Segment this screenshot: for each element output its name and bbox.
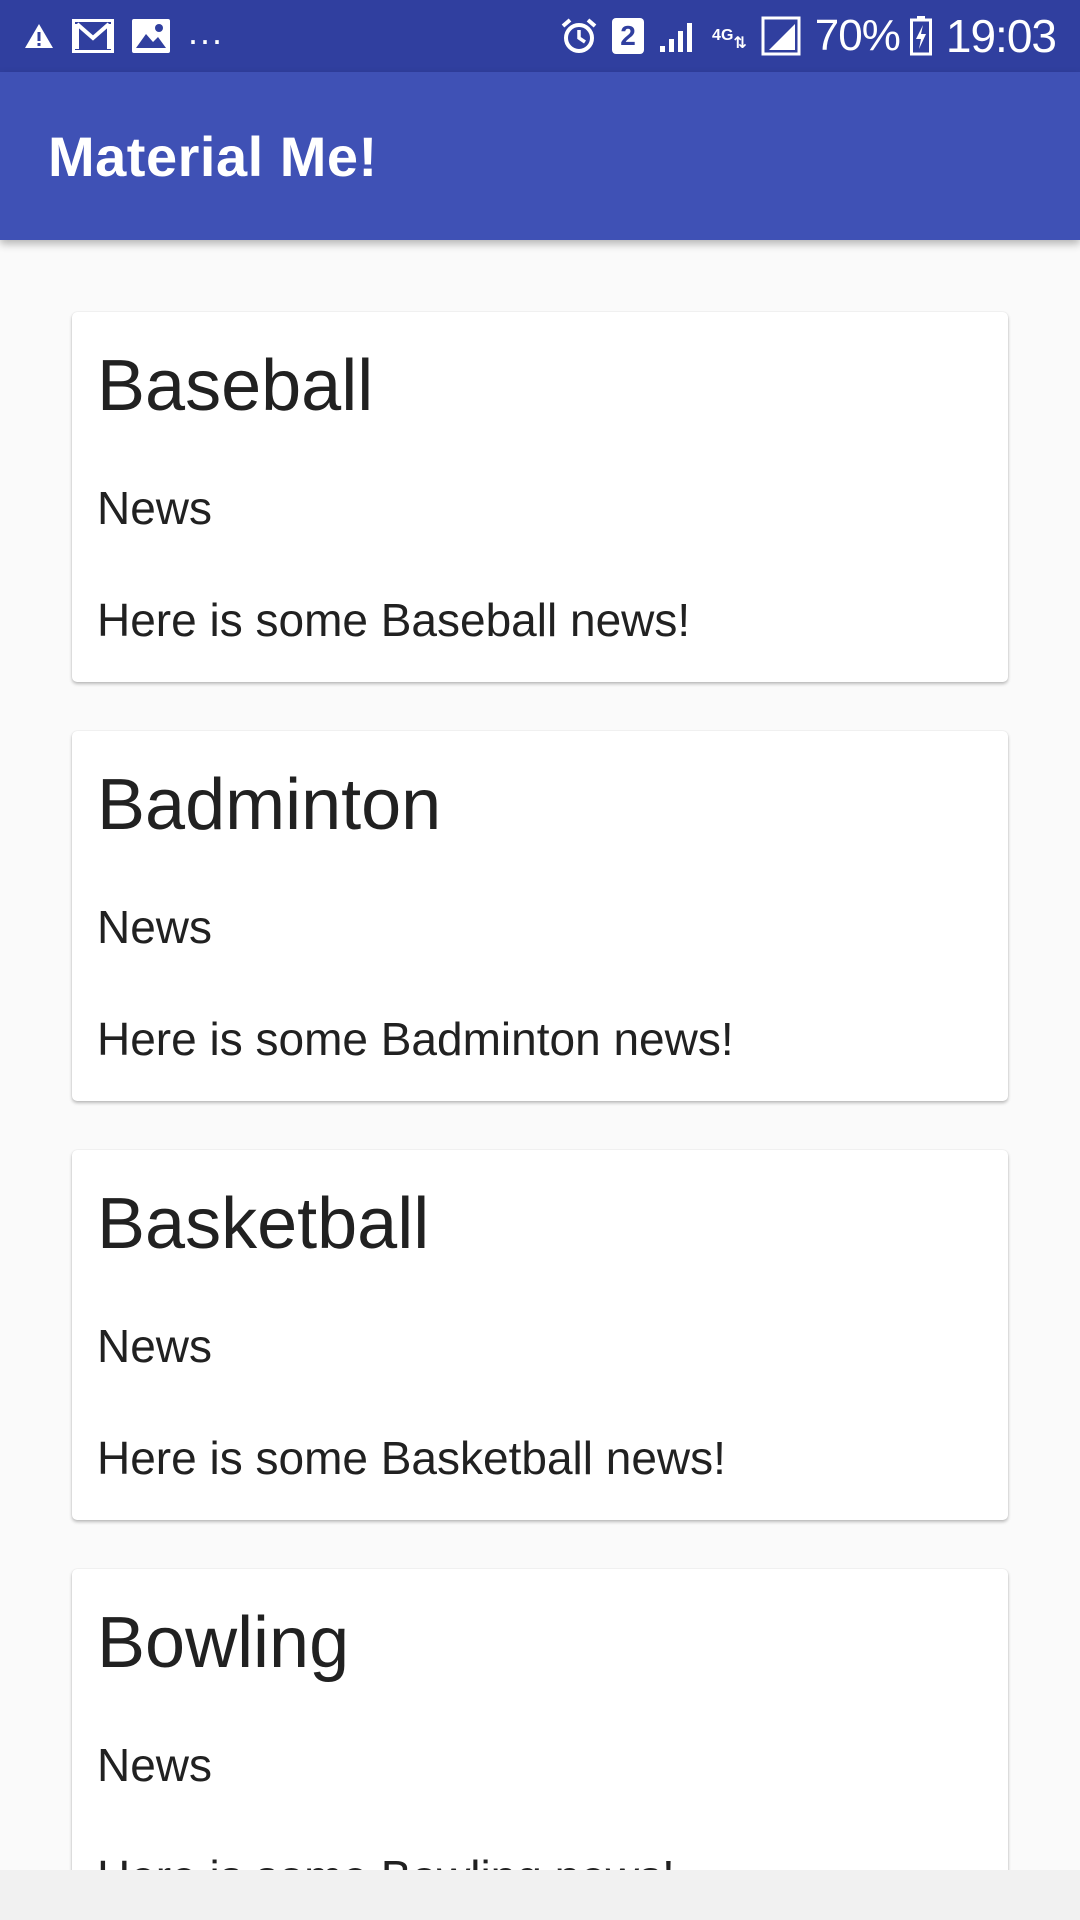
status-left: ... (24, 14, 242, 53)
gmail-icon (72, 19, 114, 53)
clock: 19:03 (945, 10, 1057, 62)
card-info: Here is some Basketball news! (97, 1432, 726, 1484)
network-type-indicator: 4G ⇅ (712, 27, 747, 52)
sport-card[interactable]: Basketball News Here is some Basketball … (72, 1150, 1008, 1520)
sport-card[interactable]: Baseball News Here is some Baseball news… (72, 312, 1008, 682)
card-info: Here is some Badminton news! (97, 1013, 734, 1065)
app-bar: Material Me! (0, 72, 1080, 240)
bottom-strip (0, 1870, 1080, 1920)
status-bar: ... 2 4G ⇅ 70% 19:03 (0, 0, 1080, 72)
signal-icon (658, 18, 698, 54)
screen: ... 2 4G ⇅ 70% 19:03 Material Me! Baseba… (0, 0, 1080, 1920)
battery-charging-icon (909, 16, 932, 56)
card-title: Baseball (97, 346, 374, 426)
card-subtitle: News (97, 901, 213, 953)
more-notifications-indicator: ... (188, 11, 225, 52)
card-title: Bowling (97, 1603, 350, 1683)
gallery-icon (132, 19, 170, 53)
recycler-view[interactable]: Baseball News Here is some Baseball news… (0, 240, 1080, 1870)
sport-card[interactable]: Bowling News Here is some Bowling news! (72, 1569, 1008, 1870)
card-title: Basketball (97, 1184, 430, 1264)
status-right: 2 4G ⇅ 70% 19:03 (560, 9, 1057, 63)
app-title: Material Me! (48, 124, 378, 188)
alarm-icon (560, 17, 598, 55)
warning-icon (24, 22, 54, 50)
card-subtitle: News (97, 1739, 213, 1791)
card-subtitle: News (97, 1320, 213, 1372)
signal-strength-icon (761, 16, 801, 56)
card-subtitle: News (97, 482, 213, 534)
card-info: Here is some Baseball news! (97, 594, 691, 646)
sport-card[interactable]: Badminton News Here is some Badminton ne… (72, 731, 1008, 1101)
card-title: Badminton (97, 765, 442, 845)
battery-percent: 70% (814, 11, 901, 60)
card-info: Here is some Bowling news! (97, 1851, 675, 1870)
card-list: Baseball News Here is some Baseball news… (72, 312, 1008, 1870)
sim-badge: 2 (612, 18, 645, 54)
network-type-label: 4G (712, 27, 734, 44)
